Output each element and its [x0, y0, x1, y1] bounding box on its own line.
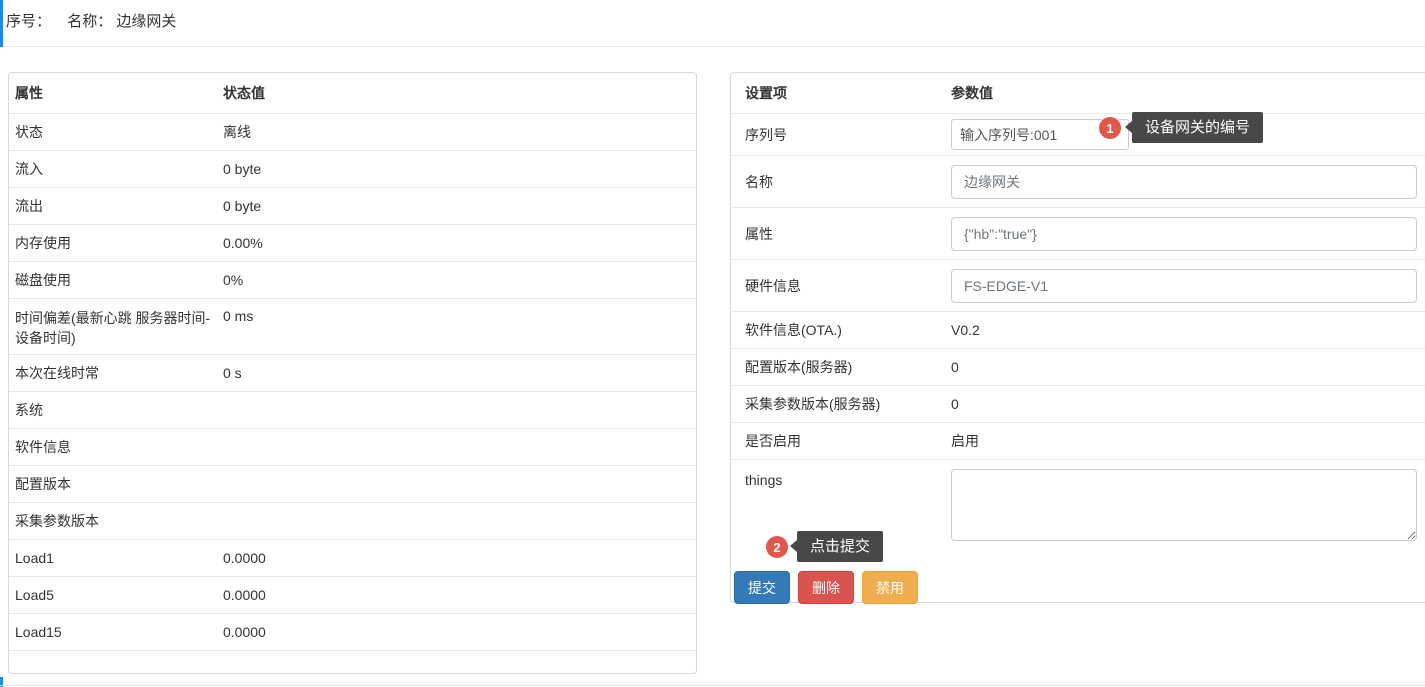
- status-table-header: 属性 状态值: [9, 73, 696, 114]
- status-row-value: 离线: [223, 122, 690, 142]
- status-row: Load1 0.0000: [9, 540, 696, 577]
- things-textarea[interactable]: [951, 469, 1417, 541]
- hardware-info-label: 硬件信息: [745, 276, 951, 296]
- attribute-label: 属性: [745, 224, 951, 244]
- step-1-badge: 1: [1099, 117, 1121, 139]
- status-row: 流入 0 byte: [9, 151, 696, 188]
- header-name-value: 边缘网关: [116, 10, 176, 31]
- col-header-param-value: 参数值: [951, 83, 1425, 103]
- status-row: 配置版本: [9, 466, 696, 503]
- status-row: 本次在线时常 0 s: [9, 355, 696, 392]
- status-row-label: 本次在线时常: [15, 363, 223, 383]
- status-row-value: 0%: [223, 272, 690, 288]
- collect-version-label: 采集参数版本(服务器): [745, 394, 951, 414]
- enabled-value: 启用: [951, 431, 1425, 451]
- delete-button[interactable]: 删除: [798, 571, 854, 604]
- settings-panel: 设置项 参数值 序列号 名称 属性 硬件信息: [730, 72, 1425, 603]
- collect-version-row: 采集参数版本(服务器) 0: [731, 386, 1425, 423]
- name-row: 名称: [731, 156, 1425, 208]
- enabled-row: 是否启用 启用: [731, 423, 1425, 460]
- config-version-label: 配置版本(服务器): [745, 357, 951, 377]
- status-row: Load15 0.0000: [9, 614, 696, 651]
- software-info-label: 软件信息(OTA.): [745, 320, 951, 340]
- things-label: things: [745, 460, 951, 488]
- status-row-label: 系统: [15, 400, 223, 420]
- serial-number-row: 序列号: [731, 114, 1425, 156]
- status-row-label: Load5: [15, 585, 223, 605]
- action-buttons-row: 提交 删除 禁用: [731, 570, 1425, 605]
- header-name-label: 名称：: [67, 10, 112, 31]
- status-row-label: 内存使用: [15, 233, 223, 253]
- step-2-badge: 2: [766, 536, 788, 558]
- step-2-tooltip: 点击提交: [797, 531, 883, 562]
- device-detail-page: 序号： 名称： 边缘网关 属性 状态值 状态 离线 流入 0 byte: [0, 0, 1425, 687]
- status-row-label: 软件信息: [15, 437, 223, 457]
- status-row: 时间偏差(最新心跳 服务器时间-设备时间) 0 ms: [9, 299, 696, 355]
- status-row-value: 0.0000: [223, 550, 690, 566]
- status-row-value: 0 ms: [223, 299, 690, 324]
- hardware-info-input[interactable]: [951, 269, 1417, 303]
- status-row-value: 0.00%: [223, 235, 690, 251]
- status-rows: 状态 离线 流入 0 byte 流出 0 byte 内存使用 0.00%: [9, 114, 696, 651]
- collect-version-value: 0: [951, 396, 1425, 412]
- status-row-label: 采集参数版本: [15, 511, 223, 531]
- disable-button[interactable]: 禁用: [862, 571, 918, 604]
- header-accent-bar: [0, 0, 3, 47]
- status-row-value: 0.0000: [223, 624, 690, 640]
- status-row: Load5 0.0000: [9, 577, 696, 614]
- name-label: 名称: [745, 172, 951, 192]
- status-row-label: 状态: [15, 122, 223, 142]
- hardware-info-row: 硬件信息: [731, 260, 1425, 312]
- settings-table-header: 设置项 参数值: [731, 73, 1425, 114]
- status-row-value: 0.0000: [223, 587, 690, 603]
- name-input[interactable]: [951, 165, 1417, 199]
- footer-divider: [0, 685, 1425, 686]
- status-row-value: 0 byte: [223, 161, 690, 177]
- status-row: 系统: [9, 392, 696, 429]
- status-row: 状态 离线: [9, 114, 696, 151]
- software-info-value: V0.2: [951, 322, 1425, 338]
- status-row: 内存使用 0.00%: [9, 225, 696, 262]
- attribute-row: 属性: [731, 208, 1425, 260]
- col-header-setting: 设置项: [745, 83, 951, 103]
- page-header: 序号： 名称： 边缘网关: [0, 0, 1425, 47]
- status-row-label: 时间偏差(最新心跳 服务器时间-设备时间): [15, 299, 223, 349]
- header-serial-label: 序号：: [6, 10, 51, 31]
- status-row-label: 流出: [15, 196, 223, 216]
- status-row-value: 0 s: [223, 365, 690, 381]
- status-row-label: Load15: [15, 622, 223, 642]
- status-row-value: 0 byte: [223, 198, 690, 214]
- status-row: 磁盘使用 0%: [9, 262, 696, 299]
- software-info-row: 软件信息(OTA.) V0.2: [731, 312, 1425, 349]
- col-header-attribute: 属性: [15, 83, 223, 103]
- status-panel: 属性 状态值 状态 离线 流入 0 byte 流出 0 byte: [8, 72, 697, 674]
- config-version-row: 配置版本(服务器) 0: [731, 349, 1425, 386]
- status-row-label: 流入: [15, 159, 223, 179]
- step-1-tooltip: 设备网关的编号: [1132, 112, 1263, 143]
- serial-number-label: 序列号: [745, 125, 951, 145]
- status-row-label: 配置版本: [15, 474, 223, 494]
- col-header-status-value: 状态值: [223, 83, 690, 103]
- status-row-label: 磁盘使用: [15, 270, 223, 290]
- status-row: 采集参数版本: [9, 503, 696, 540]
- status-row-label: Load1: [15, 548, 223, 568]
- status-row: 软件信息: [9, 429, 696, 466]
- enabled-label: 是否启用: [745, 431, 951, 451]
- status-row: 流出 0 byte: [9, 188, 696, 225]
- config-version-value: 0: [951, 359, 1425, 375]
- attribute-input[interactable]: [951, 217, 1417, 251]
- submit-button[interactable]: 提交: [734, 571, 790, 604]
